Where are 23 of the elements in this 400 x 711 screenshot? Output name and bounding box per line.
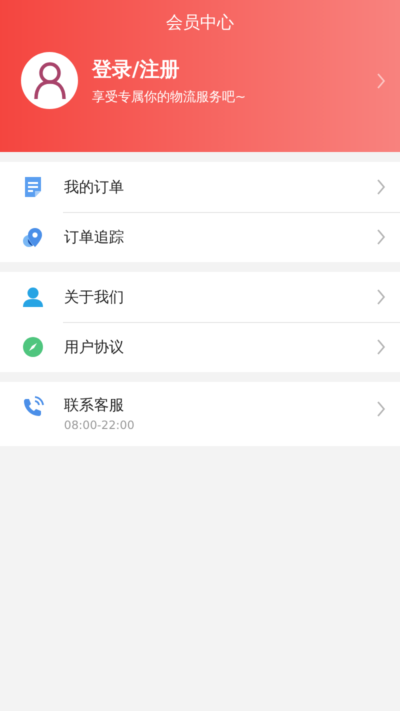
chevron-right-icon (376, 338, 386, 356)
document-icon (22, 176, 44, 198)
chevron-right-icon (376, 228, 386, 246)
menu-label: 关于我们 (64, 288, 124, 306)
service-hours: 08:00-22:00 (64, 418, 134, 432)
menu-item[interactable]: 用户协议 (0, 322, 400, 372)
chevron-right-icon (376, 400, 386, 418)
menu-label: 用户协议 (64, 338, 124, 356)
page-title: 会员中心 (166, 12, 234, 34)
menu-item[interactable]: 关于我们 (0, 272, 400, 322)
profile-tagline: 享受专属你的物流服务吧~ (92, 88, 246, 106)
menu-item[interactable]: 联系客服 08:00-22:00 (0, 382, 400, 446)
menu-item[interactable]: 订单追踪 (0, 212, 400, 262)
chevron-right-icon (376, 178, 386, 196)
compass-icon (22, 336, 44, 358)
location-pin-icon (22, 226, 44, 248)
menu-label: 我的订单 (64, 178, 124, 196)
phone-icon (22, 396, 44, 418)
menu-label: 订单追踪 (64, 228, 124, 246)
menu-label: 联系客服 (64, 396, 124, 415)
person-icon (22, 286, 44, 308)
menu-item[interactable]: 我的订单 (0, 162, 400, 212)
chevron-right-icon (376, 288, 386, 306)
